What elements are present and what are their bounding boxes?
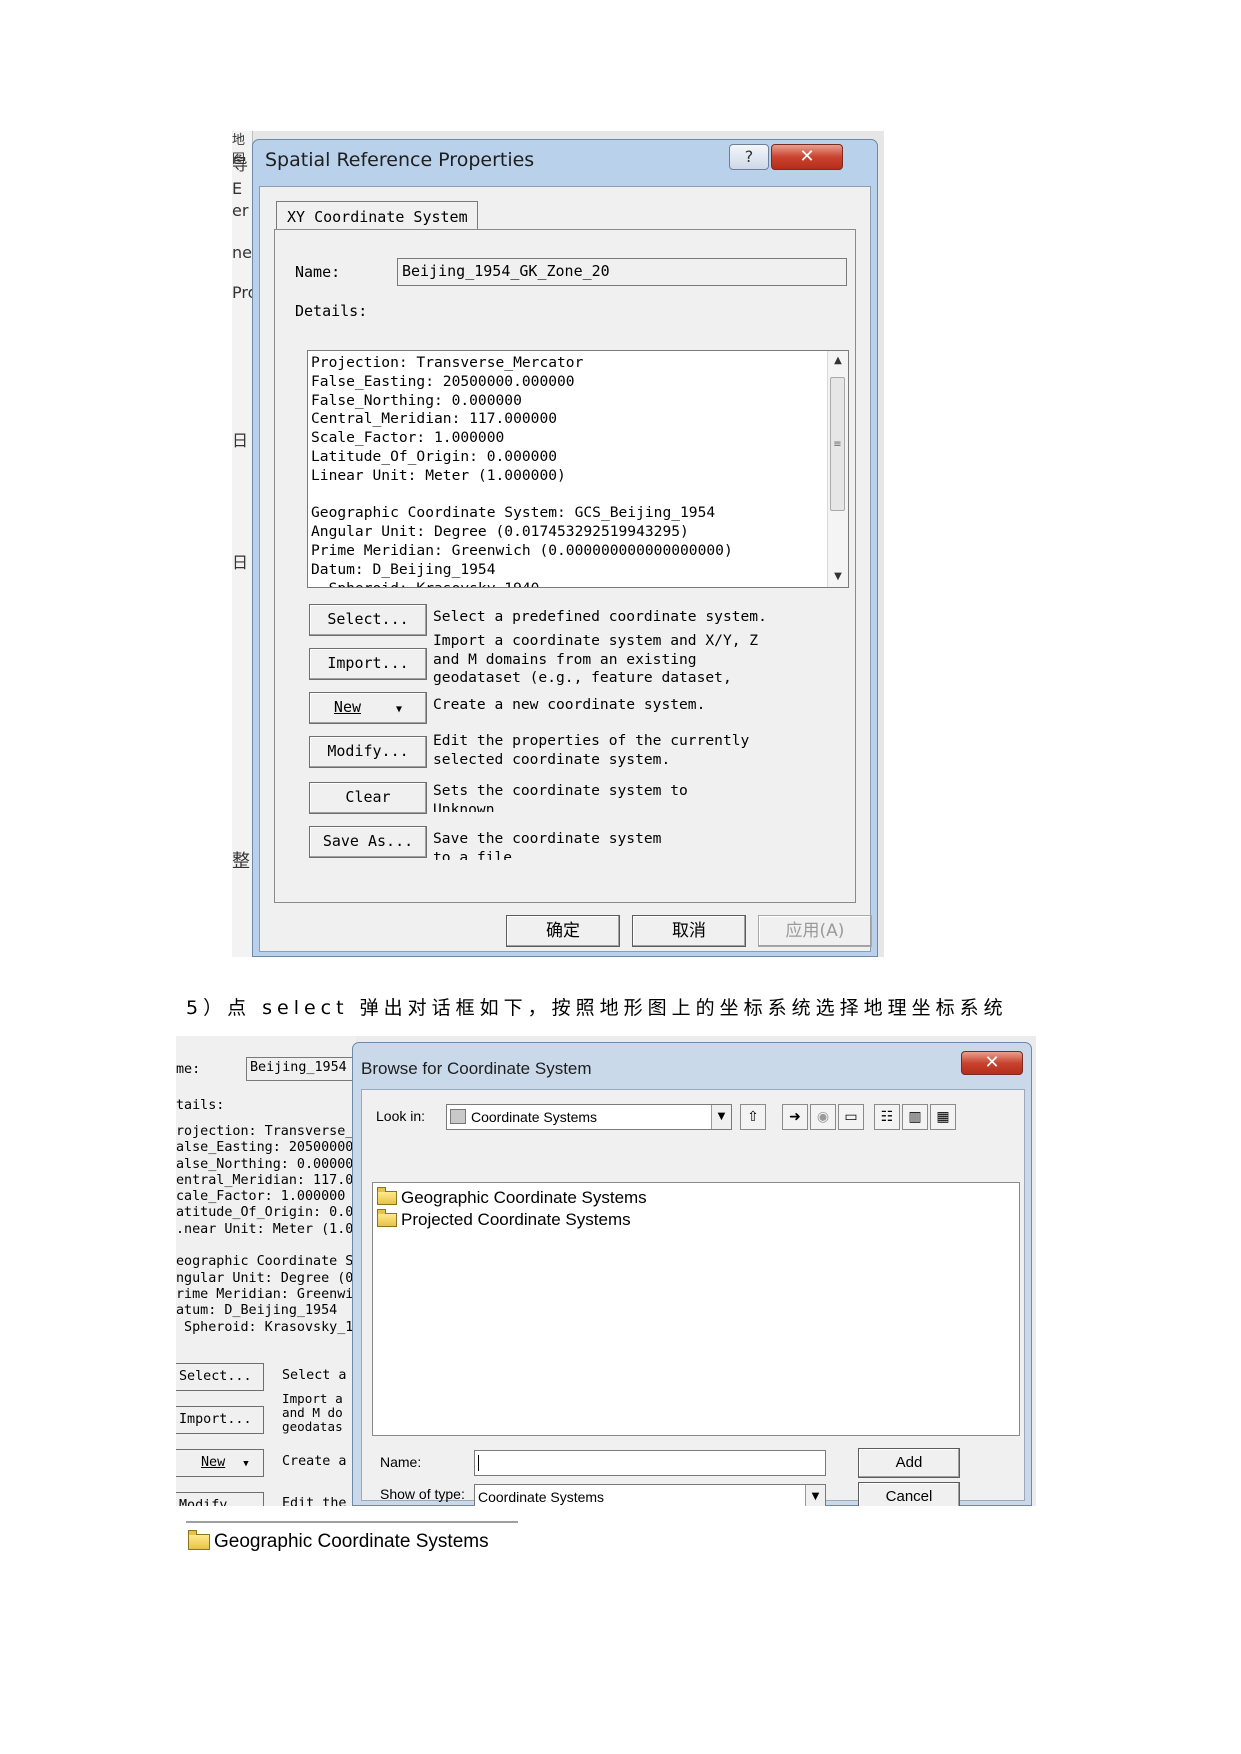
- folder-name: Geographic Coordinate Systems: [214, 1531, 489, 1552]
- list-item[interactable]: Geographic Coordinate Systems: [377, 1186, 647, 1208]
- details-label: Details:: [295, 302, 368, 320]
- look-in-value: Coordinate Systems: [471, 1109, 598, 1125]
- bg-new-label: New: [201, 1455, 226, 1470]
- spatial-reference-screenshot: 地图 导 E er ne Pro 日 日 整 Spatial Reference…: [232, 131, 884, 957]
- help-button[interactable]: ?: [729, 144, 769, 170]
- bg-fragment: 日: [232, 431, 249, 450]
- bg-fragment: 日: [232, 553, 249, 572]
- type-value: Coordinate Systems: [478, 1489, 605, 1505]
- bg-modify-button: Modify...: [176, 1492, 264, 1506]
- bg-select-desc: Select a: [282, 1368, 347, 1383]
- look-in-label: Look in:: [376, 1108, 426, 1124]
- select-description: Select a predefined coordinate system.: [433, 608, 767, 625]
- import-description: Import a coordinate system and X/Y, Z an…: [433, 632, 759, 687]
- modify-description: Edit the properties of the currently sel…: [433, 732, 750, 768]
- apply-button[interactable]: 应用(A): [758, 915, 872, 947]
- details-view-icon[interactable]: ▥: [902, 1104, 928, 1130]
- close-icon: ✕: [799, 146, 815, 167]
- details-text: Projection: Transverse_Mercator False_Ea…: [311, 354, 733, 587]
- folder-icon: [377, 1208, 397, 1227]
- clear-button[interactable]: Clear: [309, 782, 427, 814]
- select-button[interactable]: Select...: [309, 604, 427, 636]
- globe-folder-icon: [450, 1109, 466, 1124]
- save-as-description: Save the coordinate system to a file: [433, 830, 662, 860]
- bg-modify-desc: Edit the: [282, 1496, 347, 1506]
- tab-xy-coordinate-system[interactable]: XY Coordinate System: [276, 201, 478, 231]
- add-button[interactable]: Add: [858, 1448, 960, 1478]
- bg-fragment: 整: [232, 851, 250, 872]
- name-label: Name:: [380, 1454, 422, 1470]
- look-in-combo[interactable]: Coordinate Systems ▼: [446, 1104, 732, 1130]
- browse-coordinate-screenshot: me: Beijing_1954 tails: rojection: Trans…: [176, 1036, 1036, 1506]
- up-one-level-icon[interactable]: ⇧: [740, 1104, 766, 1130]
- chevron-down-icon[interactable]: ▼: [805, 1485, 825, 1506]
- bg-details-text: rojection: Transverse_ alse_Easting: 205…: [176, 1124, 354, 1335]
- list-view-icon[interactable]: ☷: [874, 1104, 900, 1130]
- name-input[interactable]: [474, 1450, 826, 1476]
- type-select[interactable]: Coordinate Systems ▼: [474, 1484, 826, 1506]
- thumbnail-view-icon[interactable]: ▦: [930, 1104, 956, 1130]
- background-dialog-fragment: me: Beijing_1954 tails: rojection: Trans…: [176, 1036, 356, 1506]
- dialog-client-area: Look in: Coordinate Systems ▼ ⇧ ➜ ◉ ▭ ☷ …: [361, 1089, 1025, 1506]
- folder-name: Geographic Coordinate Systems: [401, 1187, 647, 1207]
- folder-snippet: Geographic Coordinate Systems: [186, 1521, 518, 1559]
- bg-fragment: ne: [232, 243, 252, 262]
- bg-fragment: 导: [232, 155, 249, 174]
- bg-import-desc: Import a and M do geodatas: [282, 1391, 343, 1434]
- dialog-title: Spatial Reference Properties: [265, 149, 535, 171]
- new-dropdown-button[interactable]: New ▼: [309, 692, 427, 724]
- bg-select-button: Select...: [176, 1363, 264, 1391]
- dialog-title: Browse for Coordinate System: [361, 1059, 592, 1078]
- new-label: New: [333, 698, 362, 716]
- dropdown-arrow-icon: ▼: [396, 704, 403, 715]
- close-button[interactable]: ✕: [771, 144, 843, 170]
- folder-icon: [377, 1186, 397, 1205]
- bg-new-button: New ▼: [176, 1449, 264, 1477]
- bg-new-desc: Create a: [282, 1454, 347, 1469]
- modify-button[interactable]: Modify...: [309, 736, 427, 768]
- details-textbox[interactable]: Projection: Transverse_Mercator False_Ea…: [307, 350, 849, 588]
- scroll-down-arrow-icon[interactable]: ▼: [828, 567, 848, 587]
- browse-coordinate-dialog: Browse for Coordinate System ✕ Look in: …: [352, 1042, 1032, 1506]
- new-folder-icon[interactable]: ▭: [838, 1104, 864, 1130]
- folder-icon: [188, 1530, 210, 1550]
- bg-import-button: Import...: [176, 1406, 264, 1434]
- text-cursor: [478, 1455, 479, 1471]
- details-scrollbar[interactable]: ▲ ≡ ▼: [827, 351, 848, 587]
- dropdown-arrow-icon: ▼: [243, 1459, 249, 1469]
- cancel-button[interactable]: Cancel: [858, 1482, 960, 1506]
- list-item[interactable]: Projected Coordinate Systems: [377, 1208, 631, 1230]
- new-description: Create a new coordinate system.: [433, 696, 706, 713]
- tab-panel: Name: Beijing_1954_GK_Zone_20 Details: P…: [274, 229, 856, 903]
- scroll-thumb[interactable]: ≡: [830, 377, 845, 511]
- bg-details-label: tails:: [176, 1098, 225, 1113]
- name-field[interactable]: Beijing_1954_GK_Zone_20: [397, 258, 847, 286]
- ok-button[interactable]: 确定: [506, 915, 620, 947]
- bg-name-label: me:: [176, 1062, 201, 1077]
- clear-description: Sets the coordinate system to Unknown: [433, 782, 688, 812]
- disconnect-folder-icon[interactable]: ◉: [810, 1104, 836, 1130]
- list-item: Geographic Coordinate Systems: [188, 1530, 489, 1553]
- file-list[interactable]: Geographic Coordinate Systems Projected …: [372, 1182, 1020, 1436]
- spatial-reference-dialog: Spatial Reference Properties ? ✕ XY Coor…: [252, 139, 878, 957]
- bg-name-field: Beijing_1954: [246, 1057, 356, 1081]
- chevron-down-icon[interactable]: ▼: [711, 1105, 731, 1129]
- folder-name: Projected Coordinate Systems: [401, 1209, 631, 1229]
- scroll-up-arrow-icon[interactable]: ▲: [828, 351, 848, 371]
- background-window-strip: 地图 导 E er ne Pro 日 日 整: [232, 131, 257, 957]
- type-label: Show of type:: [380, 1486, 465, 1502]
- cancel-button[interactable]: 取消: [632, 915, 746, 947]
- dialog-client-area: XY Coordinate System Name: Beijing_1954_…: [259, 186, 872, 952]
- close-button[interactable]: ✕: [961, 1051, 1023, 1075]
- bg-fragment: er: [232, 201, 249, 220]
- connect-folder-icon[interactable]: ➜: [782, 1104, 808, 1130]
- save-as-button[interactable]: Save As...: [309, 826, 427, 858]
- import-button[interactable]: Import...: [309, 648, 427, 680]
- step-caption: 5）点 select 弹出对话框如下，按照地形图上的坐标系统选择地理坐标系统: [186, 997, 1008, 1019]
- close-icon: ✕: [984, 1052, 1000, 1073]
- name-label: Name:: [295, 263, 341, 281]
- bg-fragment: E: [232, 179, 243, 198]
